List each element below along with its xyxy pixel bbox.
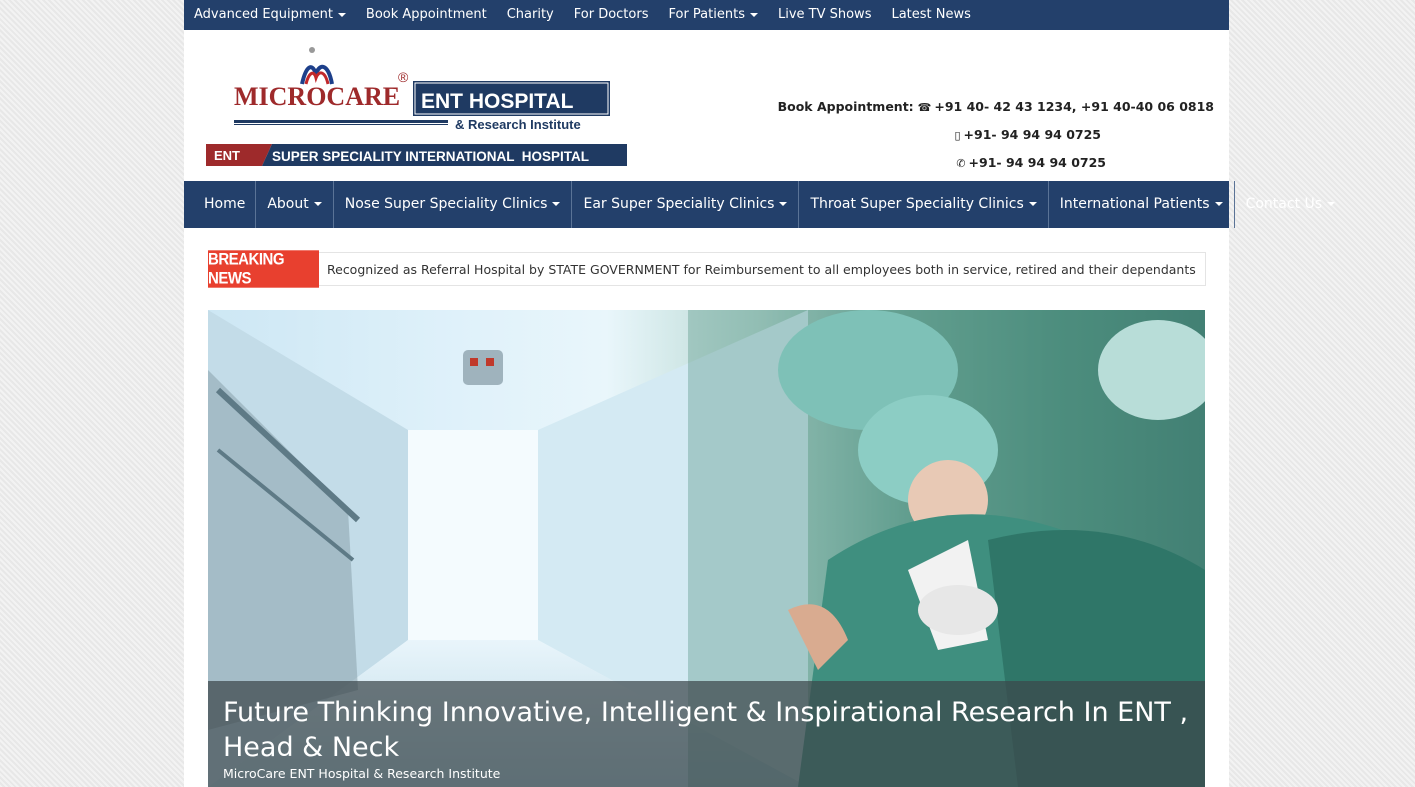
contact-mobile-row: ▯ +91- 94 94 94 0725 [778, 126, 1214, 154]
hero-caption: Future Thinking Innovative, Intelligent … [208, 681, 1205, 787]
phone-icon: ☎ [917, 101, 932, 114]
nav-label: International Patients [1059, 196, 1210, 212]
site-header: MICROCARE ® ENT HOSPITAL & Research Inst… [184, 30, 1229, 181]
svg-text:®: ® [398, 69, 409, 85]
nav-label: Ear Super Speciality Clinics [583, 196, 775, 212]
caret-down-icon [1214, 202, 1223, 206]
topnav-label: For Doctors [573, 7, 649, 22]
topnav-label: Book Appointment [365, 7, 487, 22]
topnav-label: Latest News [891, 7, 971, 22]
hero-title: Future Thinking Innovative, Intelligent … [223, 697, 1189, 763]
nav-nose-clinics[interactable]: Nose Super Speciality Clinics [334, 181, 573, 228]
topnav-live-tv-shows[interactable]: Live TV Shows [768, 0, 882, 30]
whatsapp-number[interactable]: +91- 94 94 94 0725 [969, 155, 1106, 170]
breaking-news-label: BREAKING NEWS [208, 249, 319, 288]
svg-text:ENT HOSPITAL: ENT HOSPITAL [421, 90, 574, 113]
caret-down-icon [1327, 202, 1336, 206]
nav-label: Throat Super Speciality Clinics [810, 196, 1024, 212]
nav-label: Home [204, 196, 246, 212]
nav-ear-clinics[interactable]: Ear Super Speciality Clinics [572, 181, 800, 228]
hero-subtitle: MicroCare ENT Hospital & Research Instit… [223, 766, 501, 781]
caret-down-icon [313, 202, 322, 206]
topnav-label: Charity [506, 7, 554, 22]
contact-info: Book Appointment: ☎ +91 40- 42 43 1234, +… [778, 98, 1214, 182]
caret-down-icon [552, 202, 561, 206]
svg-text:& Research Institute: & Research Institute [455, 117, 581, 132]
nav-about[interactable]: About [256, 181, 334, 228]
hero-slider[interactable]: Future Thinking Innovative, Intelligent … [208, 310, 1205, 787]
appointment-label: Book Appointment: [777, 99, 914, 114]
breaking-news-bar: BREAKING NEWS Recognized as Referral Hos… [208, 249, 1206, 288]
caret-down-icon [779, 202, 788, 206]
whatsapp-icon: ✆ [956, 157, 966, 170]
contact-whatsapp-row: ✆ +91- 94 94 94 0725 [778, 154, 1214, 182]
svg-text:MICROCARE: MICROCARE [234, 82, 400, 111]
nav-contact-us[interactable]: Contact Us [1235, 181, 1346, 228]
nav-international-patients[interactable]: International Patients [1049, 181, 1235, 228]
contact-phones-row: Book Appointment: ☎ +91 40- 42 43 1234, +… [778, 98, 1214, 126]
mobile-number[interactable]: +91- 94 94 94 0725 [964, 127, 1101, 142]
svg-text:ENT: ENT [214, 148, 240, 163]
breaking-news-text[interactable]: Recognized as Referral Hospital by STATE… [319, 262, 1196, 277]
nav-label: Contact Us [1245, 196, 1323, 212]
topnav-charity[interactable]: Charity [497, 0, 564, 30]
nav-home[interactable]: Home [184, 181, 257, 228]
nav-label: About [267, 196, 309, 212]
topnav-label: Live TV Shows [777, 7, 872, 22]
caret-down-icon [749, 12, 758, 17]
caret-down-icon [337, 12, 346, 17]
hospital-logo[interactable]: MICROCARE ® ENT HOSPITAL & Research Inst… [206, 44, 627, 168]
nav-throat-clinics[interactable]: Throat Super Speciality Clinics [799, 181, 1049, 228]
top-nav: Advanced Equipment Book Appointment Char… [184, 0, 1229, 30]
topnav-advanced-equipment[interactable]: Advanced Equipment [184, 0, 356, 30]
mobile-icon: ▯ [954, 129, 961, 142]
topnav-label: For Patients [668, 7, 745, 22]
phone-numbers[interactable]: +91 40- 42 43 1234, +91 40-40 06 0818 [934, 99, 1214, 114]
page-container: Advanced Equipment Book Appointment Char… [184, 0, 1336, 787]
topnav-for-doctors[interactable]: For Doctors [564, 0, 659, 30]
topnav-for-patients[interactable]: For Patients [658, 0, 767, 30]
caret-down-icon [1028, 202, 1037, 206]
topnav-book-appointment[interactable]: Book Appointment [356, 0, 497, 30]
main-nav: Home About Nose Super Speciality Clinics… [184, 181, 1336, 228]
nav-label: Nose Super Speciality Clinics [344, 196, 548, 212]
topnav-label: Advanced Equipment [194, 7, 333, 22]
topnav-latest-news[interactable]: Latest News [881, 0, 980, 30]
svg-text:SUPER SPECIALITY INTERNATIONAL: SUPER SPECIALITY INTERNATIONAL HOSPITAL [272, 149, 589, 164]
logo-graphic: MICROCARE ® ENT HOSPITAL & Research Inst… [206, 47, 627, 166]
